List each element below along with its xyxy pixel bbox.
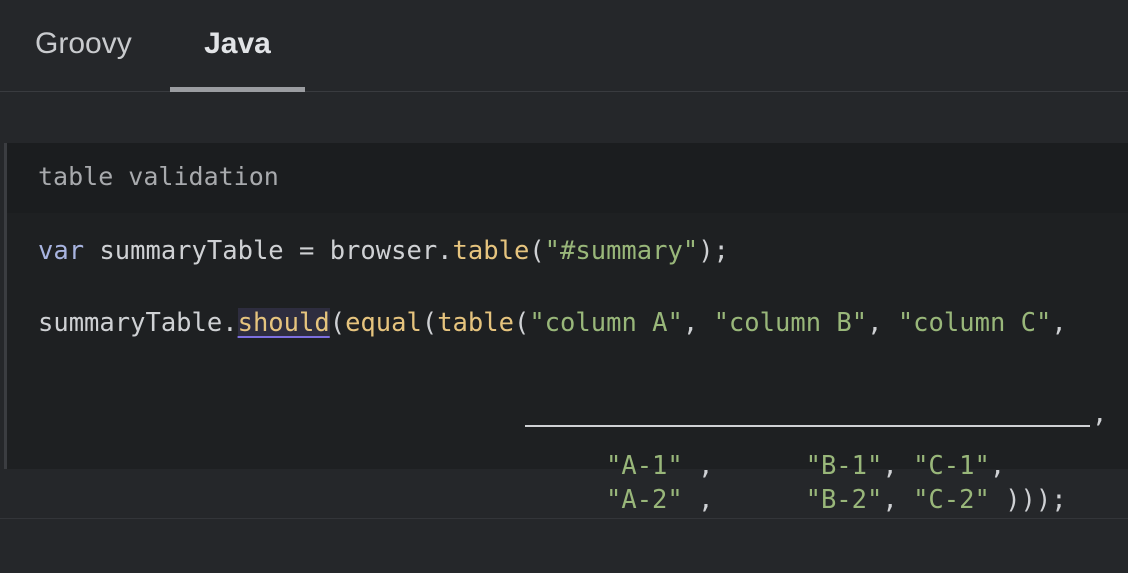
code-token: , — [882, 451, 914, 481]
code-token: , — [989, 451, 1006, 481]
function-equal: equal — [345, 308, 422, 338]
code-token: ( — [513, 308, 530, 338]
code-snippet-title: table validation — [7, 143, 1128, 213]
function-table: table — [452, 236, 530, 266]
code-token: , — [1051, 308, 1067, 338]
code-token: ( — [529, 236, 545, 266]
section-divider — [0, 518, 1128, 519]
code-token: ( — [329, 308, 346, 338]
string-literal: "C-2" — [913, 485, 990, 515]
code-token: ); — [698, 236, 729, 266]
code-token: summaryTable = — [84, 236, 330, 266]
code-line-2: summaryTable.should(equal(table("column … — [38, 305, 1067, 341]
code-token: , — [867, 308, 898, 338]
language-tabs: Groovy Java — [0, 0, 1128, 92]
code-token: , — [682, 308, 714, 338]
code-token: , — [682, 451, 806, 481]
string-literal: "column C" — [897, 308, 1052, 338]
code-token: , — [882, 485, 914, 515]
code-token: , — [1092, 399, 1108, 429]
code-token: ( — [421, 308, 438, 338]
tab-groovy[interactable]: Groovy — [35, 0, 132, 92]
code-token: summaryTable. — [38, 308, 238, 338]
code-line-row-2: "A-2" , "B-2", "C-2" ))); — [606, 482, 1067, 518]
string-literal: "#summary" — [544, 236, 699, 266]
function-table: table — [437, 308, 514, 338]
code-line-row-1: "A-1" , "B-1", "C-1", — [606, 448, 1005, 484]
code-line-1: var summaryTable = browser.table("#summa… — [38, 233, 729, 269]
code-token: browser. — [329, 236, 453, 266]
keyword-var: var — [38, 236, 85, 266]
string-literal: "column B" — [713, 308, 868, 338]
tab-java[interactable]: Java — [170, 0, 305, 92]
code-body[interactable]: var summaryTable = browser.table("#summa… — [7, 213, 1128, 573]
code-snippet: table validation var summaryTable = brow… — [4, 143, 1128, 515]
string-literal: "B-1" — [805, 451, 883, 481]
function-should[interactable]: should — [237, 308, 330, 338]
string-literal: "C-1" — [913, 451, 990, 481]
string-literal: "B-2" — [805, 485, 883, 515]
code-token: ))); — [989, 485, 1067, 515]
code-token: , — [682, 485, 806, 515]
string-literal: "A-1" — [606, 451, 683, 481]
string-literal: "A-2" — [606, 485, 683, 515]
string-literal: "column A" — [529, 308, 683, 338]
table-header-separator — [525, 425, 1090, 427]
